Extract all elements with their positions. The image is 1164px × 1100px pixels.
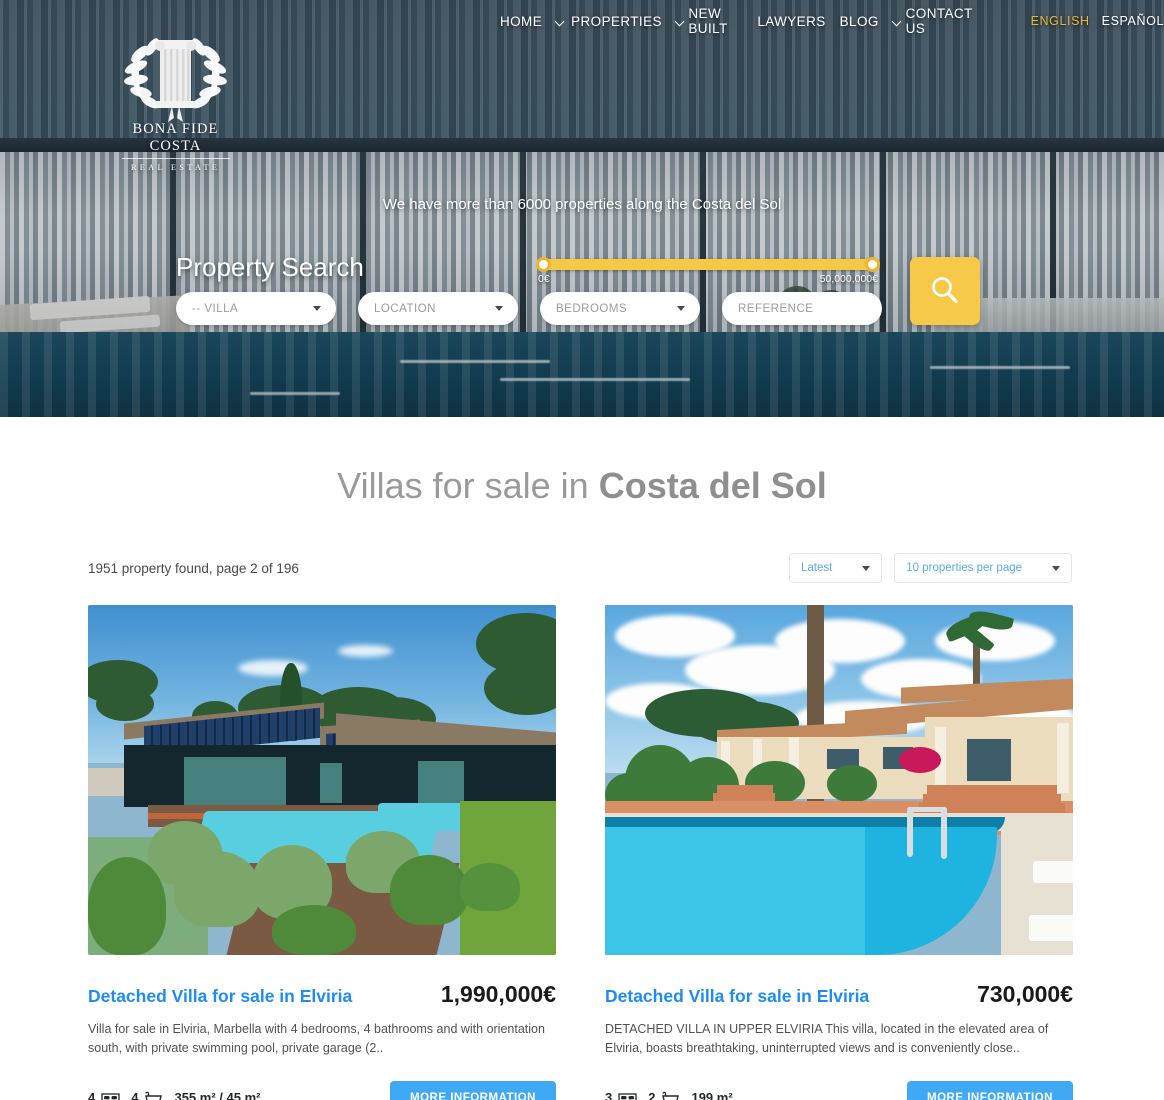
- logo-subtitle: REAL ESTATE: [130, 162, 221, 172]
- bedrooms-spec: 4: [88, 1090, 120, 1100]
- bedrooms-count: 4: [88, 1090, 96, 1100]
- bathtub-icon: [145, 1091, 163, 1100]
- nav-item-label: CONTACT US: [905, 6, 973, 36]
- results-count: 1951 property found, page 2 of 196: [88, 560, 299, 576]
- hero-banner: HOME PROPERTIES NEW BUILT LAWYERS BLOG C…: [0, 0, 1164, 417]
- property-price: 1,990,000€: [440, 981, 556, 1007]
- property-photo[interactable]: [605, 605, 1073, 955]
- chevron-down-icon: [556, 17, 565, 26]
- nav-item-contact-us[interactable]: CONTACT US: [893, 6, 975, 36]
- nav-item-new-built[interactable]: NEW BUILT: [676, 6, 743, 36]
- caret-down-icon: [495, 306, 503, 311]
- reference-input[interactable]: REFERENCE: [722, 292, 882, 325]
- area-spec: 199 m²: [691, 1090, 732, 1100]
- page-title-bold: Costa del Sol: [598, 465, 827, 506]
- property-list: Detached Villa for sale in Elviria 1,990…: [88, 605, 1164, 1100]
- main-nav: HOME PROPERTIES NEW BUILT LAWYERS BLOG C…: [500, 6, 1164, 36]
- language-switcher: ENGLISH ESPAÑOL: [1031, 14, 1164, 28]
- bedrooms-select[interactable]: BEDROOMS: [540, 292, 700, 325]
- more-information-button[interactable]: MORE INFORMATION: [907, 1080, 1073, 1100]
- page-title-light: Villas for sale in: [337, 465, 599, 506]
- chevron-down-icon: [676, 17, 683, 26]
- property-search-title: Property Search: [176, 252, 364, 282]
- bathrooms-spec: 2: [648, 1090, 680, 1100]
- per-page-value: 10 properties per page: [906, 562, 1022, 574]
- area-value: 355 m² / 45 m²: [174, 1090, 261, 1100]
- nav-item-lawyers[interactable]: LAWYERS: [757, 14, 825, 29]
- bathrooms-count: 4: [131, 1090, 139, 1100]
- property-description: Villa for sale in Elviria, Marbella with…: [88, 1022, 545, 1056]
- per-page-select[interactable]: 10 properties per page: [894, 553, 1072, 583]
- results-toolbar: 1951 property found, page 2 of 196 Lates…: [88, 553, 1072, 583]
- more-information-button[interactable]: MORE INFORMATION: [390, 1080, 556, 1100]
- chevron-down-icon: [893, 17, 900, 26]
- nav-item-blog[interactable]: BLOG: [840, 14, 879, 29]
- area-spec: 355 m² / 45 m²: [174, 1090, 260, 1100]
- property-specs: 4 4 355 m² / 45 m²: [88, 1090, 260, 1100]
- area-value: 199 m²: [691, 1090, 733, 1100]
- language-link-english[interactable]: ENGLISH: [1031, 14, 1090, 28]
- price-slider-max-handle[interactable]: [865, 257, 880, 272]
- price-range-slider[interactable]: 0€ 50,000,000€: [536, 257, 880, 285]
- bedrooms-count: 3: [605, 1090, 613, 1100]
- location-select[interactable]: LOCATION: [358, 292, 518, 325]
- language-link-espanol[interactable]: ESPAÑOL: [1102, 14, 1164, 28]
- hero-tagline: We have more than 6000 properties along …: [382, 196, 782, 213]
- sort-value: Latest: [800, 562, 833, 574]
- site-logo[interactable]: BONA FIDE COSTA REAL ESTATE: [108, 22, 243, 172]
- bathrooms-count: 2: [648, 1090, 656, 1100]
- nav-item-label: BLOG: [839, 13, 879, 29]
- property-type-select[interactable]: -- VILLA: [176, 292, 336, 325]
- bed-icon: [101, 1093, 120, 1100]
- caret-down-icon: [1052, 565, 1060, 571]
- nav-item-label: PROPERTIES: [571, 13, 662, 29]
- bed-icon: [618, 1093, 637, 1100]
- property-photo[interactable]: [88, 605, 556, 955]
- search-button[interactable]: [910, 257, 980, 325]
- nav-item-label: HOME: [500, 13, 543, 29]
- property-type-value: -- VILLA: [192, 302, 239, 315]
- page-title: Villas for sale in Costa del Sol: [0, 465, 1164, 507]
- property-price: 730,000€: [977, 981, 1073, 1007]
- property-description: DETACHED VILLA IN UPPER ELVIRIA This vil…: [605, 1022, 1049, 1056]
- laurel-column-emblem-icon: [108, 22, 243, 127]
- property-title[interactable]: Detached Villa for sale in Elviria: [605, 986, 869, 1007]
- price-slider-track[interactable]: [536, 257, 880, 272]
- nav-item-properties[interactable]: PROPERTIES: [556, 14, 662, 29]
- property-card: Detached Villa for sale in Elviria 1,990…: [88, 605, 556, 1100]
- nav-item-home[interactable]: HOME: [500, 14, 542, 29]
- price-slider-min-handle[interactable]: [536, 257, 551, 272]
- property-specs: 3 2 199 m²: [605, 1090, 733, 1100]
- nav-item-label: LAWYERS: [757, 13, 826, 29]
- price-min-label: 0€: [538, 273, 550, 285]
- location-value: LOCATION: [374, 302, 436, 315]
- bedrooms-value: BEDROOMS: [556, 302, 628, 315]
- nav-item-label: NEW BUILT: [688, 6, 728, 36]
- property-title[interactable]: Detached Villa for sale in Elviria: [88, 986, 352, 1007]
- sort-select[interactable]: Latest: [788, 553, 883, 583]
- property-search-form: -- VILLA LOCATION BEDROOMS REFERENCE: [176, 292, 882, 325]
- reference-placeholder: REFERENCE: [738, 302, 814, 315]
- bathtub-icon: [662, 1091, 680, 1100]
- price-max-label: 50,000,000€: [819, 273, 878, 285]
- search-icon: [932, 277, 958, 304]
- bedrooms-spec: 3: [605, 1090, 637, 1100]
- property-card: Detached Villa for sale in Elviria 730,0…: [605, 605, 1073, 1100]
- bathrooms-spec: 4: [131, 1090, 163, 1100]
- caret-down-icon: [862, 565, 871, 571]
- caret-down-icon: [313, 306, 321, 311]
- logo-divider: [121, 158, 230, 159]
- caret-down-icon: [677, 306, 685, 311]
